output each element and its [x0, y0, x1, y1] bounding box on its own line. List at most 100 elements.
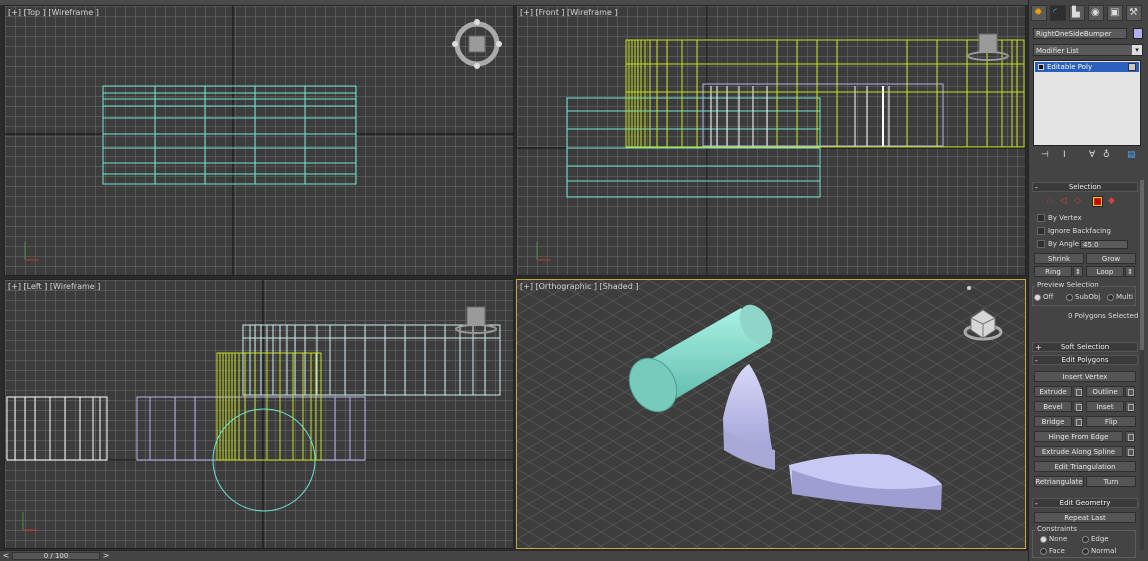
outline-settings-button[interactable] [1125, 386, 1135, 397]
ring-button[interactable]: Ring [1034, 266, 1072, 277]
preview-multi-radio[interactable]: Multi [1107, 293, 1133, 301]
edit-triangulation-button[interactable]: Edit Triangulation [1034, 461, 1136, 472]
viewport-left-label[interactable]: [+] [Left ] [Wireframe ] [8, 282, 100, 291]
show-end-result-icon[interactable]: Ⅰ [1063, 150, 1066, 160]
ortho-scene [517, 280, 1025, 548]
viewport-orthographic-label[interactable]: [+] [Orthographic ] [Shaded ] [520, 282, 638, 291]
stack-toggle-icon[interactable] [1038, 64, 1044, 70]
constraint-none-label: None [1049, 535, 1068, 543]
collapse-icon: - [1035, 356, 1038, 365]
inset-settings-button[interactable] [1125, 401, 1135, 412]
outline-button[interactable]: Outline [1086, 386, 1124, 397]
object-name-field[interactable]: RightOneSideBumper [1033, 28, 1127, 39]
viewport-top-label[interactable]: [+] [Top ] [Wireframe ] [8, 8, 99, 17]
expand-icon: + [1035, 343, 1042, 352]
rollout-soft-selection-title: Soft Selection [1060, 343, 1110, 351]
loop-spinner[interactable]: ⇕ [1125, 266, 1135, 277]
preview-subobj-radio[interactable]: SubObj [1066, 293, 1100, 301]
polygon-mode-icon[interactable]: ■ [1092, 196, 1103, 207]
tab-utilities[interactable]: ⚒ [1126, 5, 1142, 21]
ring-spinner[interactable]: ⇕ [1073, 266, 1083, 277]
ignore-backfacing-checkbox[interactable]: Ignore Backfacing [1037, 227, 1111, 235]
edge-mode-icon[interactable]: ◁ [1058, 196, 1069, 207]
collapse-icon: - [1035, 499, 1038, 508]
motion-icon: ◉ [1091, 7, 1100, 18]
repeat-last-button[interactable]: Repeat Last [1034, 512, 1136, 523]
rollout-edit-geometry[interactable]: - Edit Geometry [1032, 498, 1138, 508]
bevel-settings-button[interactable] [1073, 401, 1083, 412]
border-mode-icon[interactable]: ◇ [1072, 196, 1083, 207]
selection-status-text: 0 Polygons Selected [1068, 312, 1139, 320]
hierarchy-icon: ▙ [1072, 7, 1080, 18]
scrollbar-thumb[interactable] [1140, 180, 1144, 350]
tab-hierarchy[interactable]: ▙ [1069, 5, 1085, 21]
tab-create[interactable]: ✹ [1031, 5, 1047, 21]
rollout-soft-selection[interactable]: + Soft Selection [1032, 342, 1138, 352]
stack-config-icon[interactable] [1128, 63, 1136, 71]
command-panel-tabs: ✹ ◜ ▙ ◉ ▣ ⚒ [1031, 5, 1147, 23]
rollout-edit-polygons[interactable]: - Edit Polygons [1032, 355, 1138, 365]
element-mode-icon[interactable]: ◆ [1106, 196, 1117, 207]
preview-subobj-label: SubObj [1075, 293, 1101, 301]
front-wireframe [517, 6, 1025, 275]
preview-off-radio[interactable]: Off [1034, 293, 1053, 301]
angle-spinner[interactable]: 45.0 [1080, 240, 1128, 249]
flip-button[interactable]: Flip [1086, 416, 1136, 427]
tab-modify[interactable]: ◜ [1050, 5, 1066, 21]
time-next-button[interactable]: > [100, 551, 112, 561]
viewport-orthographic[interactable]: [+] [Orthographic ] [Shaded ] [516, 279, 1026, 549]
time-slider[interactable]: 0 / 100 [12, 552, 100, 560]
stack-item-editable-poly[interactable]: Editable Poly [1035, 62, 1139, 72]
hinge-from-edge-button[interactable]: Hinge From Edge [1034, 431, 1123, 442]
by-vertex-checkbox[interactable]: By Vertex [1037, 214, 1082, 222]
by-vertex-label: By Vertex [1048, 214, 1082, 222]
tab-display[interactable]: ▣ [1107, 5, 1123, 21]
constraint-none-radio[interactable]: None [1040, 535, 1067, 543]
constraint-normal-radio[interactable]: Normal [1082, 547, 1116, 555]
bridge-button[interactable]: Bridge [1034, 416, 1072, 427]
axis-gizmo-icon [22, 512, 37, 531]
object-color-swatch[interactable] [1133, 28, 1143, 39]
constraint-edge-radio[interactable]: Edge [1082, 535, 1109, 543]
time-prev-button[interactable]: < [0, 551, 12, 561]
pin-stack-icon[interactable]: ⊣ [1041, 150, 1049, 160]
bridge-settings-button[interactable] [1073, 416, 1083, 427]
vertex-mode-icon[interactable]: ∴ [1044, 196, 1055, 207]
viewport-top[interactable]: [+] [Top ] [Wireframe ] [4, 5, 514, 276]
top-object-mesh [102, 85, 357, 185]
remove-modifier-icon[interactable]: ♁ [1103, 150, 1110, 160]
shrink-button[interactable]: Shrink [1034, 253, 1084, 264]
make-unique-icon[interactable]: ∀ [1089, 150, 1095, 160]
front-white-lines [710, 86, 890, 146]
by-angle-checkbox[interactable]: By Angle: [1037, 240, 1081, 248]
rollout-selection[interactable]: - Selection [1032, 182, 1138, 192]
grow-button[interactable]: Grow [1086, 253, 1136, 264]
modifier-stack[interactable]: Editable Poly [1033, 60, 1141, 146]
viewport-front[interactable]: [+] [Front ] [Wireframe ] [516, 5, 1026, 276]
hinge-settings-button[interactable] [1125, 431, 1135, 442]
modify-arc-icon: ◜ [1053, 7, 1057, 18]
viewport-front-label[interactable]: [+] [Front ] [Wireframe ] [520, 8, 618, 17]
panel-scrollbar[interactable] [1140, 180, 1144, 550]
extrude-spline-settings-button[interactable] [1125, 446, 1135, 457]
retriangulate-button[interactable]: Retriangulate [1034, 476, 1084, 487]
constraint-face-radio[interactable]: Face [1040, 547, 1065, 555]
ignore-backfacing-label: Ignore Backfacing [1048, 227, 1111, 235]
extrude-along-spline-button[interactable]: Extrude Along Spline [1034, 446, 1123, 457]
tab-motion[interactable]: ◉ [1088, 5, 1104, 21]
extrude-button[interactable]: Extrude [1034, 386, 1072, 397]
modifier-list-label: Modifier List [1036, 47, 1079, 55]
insert-vertex-button[interactable]: Insert Vertex [1034, 371, 1136, 382]
turn-button[interactable]: Turn [1086, 476, 1136, 487]
viewport-left[interactable]: [+] [Left ] [Wireframe ] [4, 279, 514, 549]
sun-icon: ✹ [1034, 7, 1043, 18]
extrude-settings-button[interactable] [1073, 386, 1083, 397]
configure-sets-icon[interactable]: ▤ [1127, 150, 1136, 160]
display-icon: ▣ [1110, 7, 1120, 18]
bevel-button[interactable]: Bevel [1034, 401, 1072, 412]
loop-button[interactable]: Loop [1086, 266, 1124, 277]
constraints-label: Constraints [1035, 525, 1079, 533]
modifier-list-dropdown[interactable]: Modifier List ▾ [1033, 44, 1143, 56]
left-wireframe [5, 280, 513, 548]
inset-button[interactable]: Inset [1086, 401, 1124, 412]
